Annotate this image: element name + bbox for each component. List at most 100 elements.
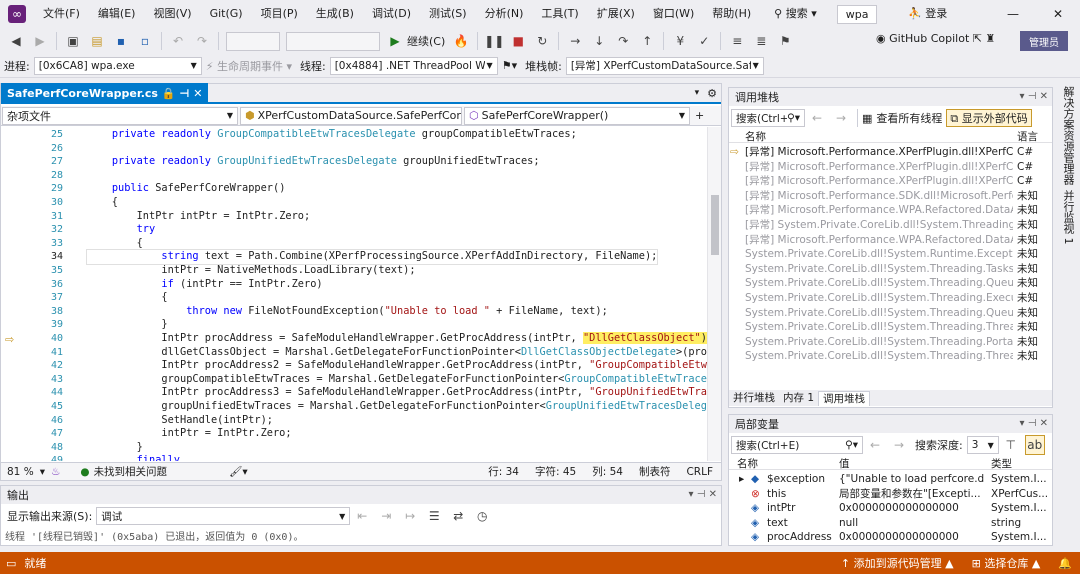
clear-all-icon[interactable]: ☰	[424, 506, 444, 526]
code-line[interactable]: IntPtr procAddress = SafeModuleHandleWra…	[87, 332, 707, 346]
search-depth-select[interactable]: 3 ▼	[966, 436, 999, 454]
bottom-tab[interactable]: 并行堆栈	[729, 391, 779, 406]
code-line[interactable]: if (intPtr == IntPtr.Zero)	[87, 278, 322, 292]
solution-explorer-tab[interactable]: 解决方案资源管理器	[1060, 86, 1076, 185]
code-line[interactable]: IntPtr procAddress3 = SafeModuleHandleWr…	[87, 386, 707, 400]
zoom-select[interactable]: 81 %	[7, 466, 34, 478]
code-line[interactable]: throw new FileNotFoundException("Unable …	[87, 305, 608, 319]
tab-dropdown-icon[interactable]: ▾	[691, 88, 704, 98]
tabs-indicator[interactable]: 制表符	[639, 464, 671, 479]
platform-select[interactable]	[286, 31, 380, 51]
hex-display-icon[interactable]: ab	[1024, 435, 1045, 455]
call-stack-row[interactable]: [异常] System.Private.CoreLib.dll!System.T…	[729, 218, 1052, 233]
call-stack-row[interactable]: System.Private.CoreLib.dll!System.Thread…	[729, 335, 1052, 350]
code-line[interactable]: IntPtr intPtr = IntPtr.Zero;	[87, 210, 311, 224]
menu-item[interactable]: 项目(P)	[252, 0, 307, 28]
code-line[interactable]: }	[87, 441, 143, 455]
forward-icon[interactable]: →	[889, 435, 909, 455]
menu-item[interactable]: 扩展(X)	[588, 0, 644, 28]
select-repo-button[interactable]: ⊞ 选择仓库 ▲	[972, 555, 1041, 571]
call-stack-row[interactable]: System.Private.CoreLib.dll!System.Thread…	[729, 320, 1052, 335]
notifications-icon[interactable]: 🔔	[1058, 557, 1072, 570]
code-line[interactable]: private readonly GroupUnifiedEtwTracesDe…	[87, 155, 540, 169]
local-variable-row[interactable]: ▸ ◆ $exception {"Unable to load perfcore.dl…	[729, 472, 1052, 487]
tab-safeperfcorewrapper[interactable]: SafePerfCoreWrapper.cs 🔒 ⊣ ✕	[1, 83, 209, 103]
bottom-tab[interactable]: 调用堆栈	[818, 391, 871, 406]
call-stack-row[interactable]: System.Private.CoreLib.dll!System.Thread…	[729, 276, 1052, 291]
show-next-statement-icon[interactable]: →	[565, 31, 585, 51]
tab-close-icon[interactable]: ✕	[193, 87, 202, 100]
code-line[interactable]: {	[87, 237, 143, 251]
type-select[interactable]: ⬢XPerfCustomDataSource.SafePerfCoreWra▼	[240, 106, 462, 125]
login-button[interactable]: ⛹ 登录	[908, 0, 947, 28]
call-stack-search[interactable]: 搜索(Ctrl+l ⚲▾	[731, 109, 805, 127]
call-stack-row[interactable]: [异常] Microsoft.Performance.XPerfPlugin.d…	[729, 160, 1052, 175]
forward-icon[interactable]: →	[831, 108, 851, 128]
menu-item[interactable]: 窗口(W)	[644, 0, 703, 28]
call-stack-row[interactable]: System.Private.CoreLib.dll!System.Thread…	[729, 291, 1052, 306]
output-source-select[interactable]: 调试 ▼	[96, 507, 351, 525]
local-variable-row[interactable]: ◈ intPtr 0x0000000000000000 System.I...	[729, 501, 1052, 516]
call-stack-row[interactable]: System.Private.CoreLib.dll!System.Thread…	[729, 306, 1052, 321]
menu-item[interactable]: 文件(F)	[34, 0, 89, 28]
search-menu[interactable]: ⚲ 搜索 ▾	[766, 0, 825, 28]
eol-indicator[interactable]: CRLF	[686, 466, 713, 478]
menu-item[interactable]: Git(G)	[201, 0, 252, 28]
restart-icon[interactable]: ↻	[532, 31, 552, 51]
code-line[interactable]: finally	[87, 454, 180, 461]
uncomment-icon[interactable]: ≣	[751, 31, 771, 51]
clock-icon[interactable]: ◷	[472, 506, 492, 526]
add-to-source-control-button[interactable]: ↑ 添加到源代码管理 ▲	[841, 555, 954, 571]
menu-item[interactable]: 生成(B)	[307, 0, 363, 28]
menu-item[interactable]: 视图(V)	[144, 0, 200, 28]
call-stack-row[interactable]: [异常] Microsoft.Performance.XPerfPlugin.d…	[729, 174, 1052, 189]
call-stack-row[interactable]: System.Private.CoreLib.dll!System.Thread…	[729, 262, 1052, 277]
continue-button[interactable]: 继续(C)	[407, 33, 445, 49]
clear-icon[interactable]: ⇥	[376, 506, 396, 526]
menu-item[interactable]: 编辑(E)	[89, 0, 145, 28]
local-variable-row[interactable]: ◈ procAddress 0x0000000000000000 System.I..…	[729, 530, 1052, 545]
forward-icon[interactable]: ▶	[30, 31, 50, 51]
code-line[interactable]: public SafePerfCoreWrapper()	[87, 182, 286, 196]
code-line[interactable]: IntPtr procAddress2 = SafeModuleHandleWr…	[87, 359, 707, 373]
local-variable-row[interactable]: ⊗ this 局部变量和参数在"[Excepti... XPerfCus...	[729, 487, 1052, 502]
continue-icon[interactable]: ▶	[385, 31, 405, 51]
thread-select[interactable]: [0x4884] .NET ThreadPool Work▼	[329, 56, 498, 75]
bottom-tab[interactable]: 内存 1	[779, 391, 818, 406]
code-line[interactable]: groupCompatibleEtwTraces = Marshal.GetDe…	[87, 373, 707, 387]
pin-filter-icon[interactable]: ⊤	[1001, 435, 1021, 455]
member-select[interactable]: ⬡ SafePerfCoreWrapper() ▼	[464, 106, 690, 125]
zoom-dropdown-icon[interactable]: ▾	[40, 466, 45, 478]
menu-item[interactable]: 测试(S)	[420, 0, 476, 28]
code-line[interactable]: intPtr = IntPtr.Zero;	[87, 427, 291, 441]
code-line[interactable]: intPtr = NativeMethods.LoadLibrary(text)…	[87, 264, 415, 278]
call-stack-row[interactable]: ⇨ [异常] Microsoft.Performance.XPerfPlugin.…	[729, 145, 1052, 160]
call-stack-row[interactable]: [异常] Microsoft.Performance.WPA.Refactore…	[729, 233, 1052, 248]
parallel-watch-tab[interactable]: 并行监视 1	[1060, 190, 1076, 245]
call-stack-panel-controls[interactable]: ▾ ⊣ ✕	[1020, 88, 1048, 106]
hot-reload-icon[interactable]: 🔥	[451, 31, 471, 51]
editor-vertical-scrollbar[interactable]	[707, 127, 721, 461]
open-folder-icon[interactable]: ▤	[87, 31, 107, 51]
expand-icon[interactable]: ▸	[739, 472, 744, 487]
locals-search[interactable]: 搜索(Ctrl+E) ⚲▾	[731, 436, 863, 454]
code-line[interactable]: {	[87, 291, 167, 305]
find-icon[interactable]: ⇤	[352, 506, 372, 526]
cleanup-icon[interactable]: ♨	[51, 466, 60, 478]
redo-icon[interactable]: ↷	[192, 31, 212, 51]
code-line[interactable]: private readonly GroupCompatibleEtwTrace…	[87, 128, 577, 142]
code-line[interactable]: SetHandle(intPtr);	[87, 414, 273, 428]
settings-icon[interactable]: ⚙	[703, 87, 721, 100]
github-copilot-button[interactable]: ◉ GitHub Copilot ⇱ ♜	[876, 32, 995, 45]
back-icon[interactable]: ◀	[6, 31, 26, 51]
locals-panel-controls[interactable]: ▾ ⊣ ✕	[1020, 415, 1048, 433]
minimize-button[interactable]: —	[990, 0, 1036, 28]
spell-check-icon[interactable]: ✓	[694, 31, 714, 51]
code-line[interactable]: try	[87, 223, 156, 237]
call-stack-row[interactable]: System.Private.CoreLib.dll!System.Runtim…	[729, 247, 1052, 262]
configuration-select[interactable]	[226, 31, 280, 51]
thread-flag-icon[interactable]: ⚑▾	[502, 59, 517, 72]
show-external-code-button[interactable]: ⧉ 显示外部代码	[946, 109, 1032, 127]
save-icon[interactable]: ▪	[111, 31, 131, 51]
step-out-icon[interactable]: ↑	[637, 31, 657, 51]
